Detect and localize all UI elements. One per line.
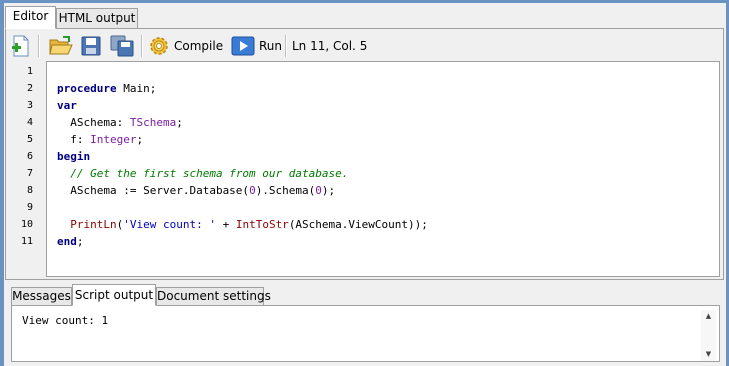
save-icon bbox=[81, 36, 101, 56]
tab-script-output[interactable]: Script output bbox=[72, 284, 156, 306]
line-number: 5 bbox=[26, 134, 33, 145]
line-number: 6 bbox=[26, 151, 33, 162]
run-label: Run bbox=[259, 39, 283, 53]
code-line: // Get the first schema from our databas… bbox=[70, 167, 349, 180]
toolbar-separator bbox=[141, 35, 143, 57]
line-number-gutter: 1 2 3 4 5 6 7 8 9 10 11 bbox=[6, 63, 44, 273]
open-button[interactable] bbox=[49, 35, 73, 57]
line-number: 8 bbox=[26, 185, 33, 196]
scroll-up-icon[interactable]: ▲ bbox=[704, 312, 713, 321]
line-number: 1 bbox=[26, 66, 33, 77]
line-number: 7 bbox=[26, 168, 33, 179]
code-line: PrintLn('View count: ' + IntToStr(ASchem… bbox=[70, 218, 428, 231]
tab-editor[interactable]: Editor bbox=[5, 6, 56, 29]
code-line: begin bbox=[57, 150, 91, 163]
save-button[interactable] bbox=[80, 35, 102, 57]
editor-panel: Compile Run Ln 11, Col. 5 1 2 3 4 5 6 7 … bbox=[5, 28, 724, 280]
line-number: 11 bbox=[20, 236, 33, 247]
run-button[interactable]: Run bbox=[231, 35, 282, 57]
code-line: ASchema: TSchema; bbox=[57, 116, 183, 129]
code-line: end; bbox=[57, 235, 84, 248]
play-icon bbox=[231, 36, 255, 56]
code-line: f: Integer; bbox=[57, 133, 144, 146]
code-line: procedure Main; bbox=[57, 82, 157, 95]
window-frame-left bbox=[0, 0, 4, 366]
toolbar: Compile Run Ln 11, Col. 5 bbox=[6, 29, 723, 61]
line-number: 10 bbox=[20, 219, 33, 230]
scroll-down-icon[interactable]: ▼ bbox=[704, 350, 713, 359]
line-number: 4 bbox=[26, 117, 33, 128]
tab-messages[interactable]: Messages bbox=[11, 287, 72, 306]
output-scrollbar[interactable]: ▲ ▼ bbox=[701, 310, 716, 361]
window-frame-top bbox=[0, 0, 729, 3]
code-line: var bbox=[57, 99, 77, 112]
save-all-button[interactable] bbox=[110, 35, 136, 57]
save-all-icon bbox=[110, 35, 134, 57]
code-line: ASchema := Server.Database(0).Schema(0); bbox=[57, 184, 336, 197]
line-number: 2 bbox=[26, 83, 33, 94]
tab-html-output[interactable]: HTML output bbox=[56, 8, 138, 29]
new-button[interactable] bbox=[11, 35, 31, 57]
output-text: View count: 1 bbox=[22, 314, 109, 327]
code-editor[interactable]: procedure Main; var ASchema: TSchema; f: … bbox=[46, 61, 720, 277]
cursor-position-status: Ln 11, Col. 5 bbox=[292, 39, 368, 53]
compile-label: Compile bbox=[174, 39, 224, 53]
compile-button[interactable]: Compile bbox=[148, 35, 223, 57]
line-number: 3 bbox=[26, 100, 33, 111]
folder-open-icon bbox=[49, 36, 73, 55]
script-output-panel[interactable]: View count: 1 ▲ ▼ bbox=[11, 305, 720, 362]
new-file-icon bbox=[12, 35, 29, 57]
line-number: 9 bbox=[26, 202, 33, 213]
gear-icon bbox=[150, 37, 168, 55]
toolbar-separator bbox=[38, 35, 40, 57]
tab-document-settings[interactable]: Document settings bbox=[156, 287, 271, 306]
toolbar-separator bbox=[285, 35, 287, 57]
